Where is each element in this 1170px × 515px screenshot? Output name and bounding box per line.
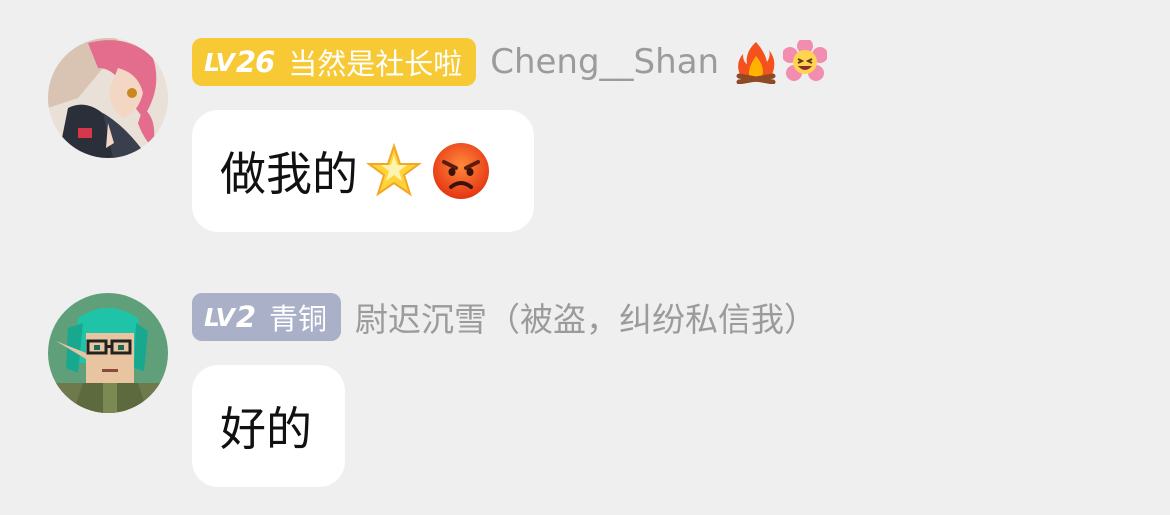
level-badge[interactable]: LV 26 当然是社长啦 — [192, 38, 477, 86]
level-number: 26 — [235, 45, 275, 79]
level-number: 2 — [235, 300, 256, 334]
avatar[interactable] — [48, 38, 168, 158]
fire-icon — [735, 40, 777, 84]
message-text: 做我的 — [220, 147, 358, 201]
avatar[interactable] — [48, 293, 168, 413]
message-meta: LV 26 当然是社长啦 Cheng__Shan — [192, 38, 828, 86]
laughing-flower-icon — [783, 40, 828, 84]
angry-face-icon — [432, 142, 490, 200]
badge-title: 当然是社长啦 — [288, 47, 463, 81]
message-bubble[interactable]: 好的 — [192, 365, 345, 487]
message-meta: LV 2 青铜 尉迟沉雪（被盗，纠纷私信我） — [192, 293, 817, 341]
badge-title: 青铜 — [269, 302, 328, 336]
username[interactable]: Cheng__Shan — [490, 42, 719, 82]
level-prefix: LV — [204, 47, 235, 77]
level-prefix: LV — [204, 302, 235, 332]
level-badge[interactable]: LV 2 青铜 — [192, 293, 342, 341]
message-bubble[interactable]: 做我的 — [192, 110, 534, 232]
message-text: 好的 — [220, 402, 312, 456]
glowing-star-icon — [366, 143, 422, 199]
username[interactable]: 尉迟沉雪（被盗，纠纷私信我） — [355, 293, 817, 341]
